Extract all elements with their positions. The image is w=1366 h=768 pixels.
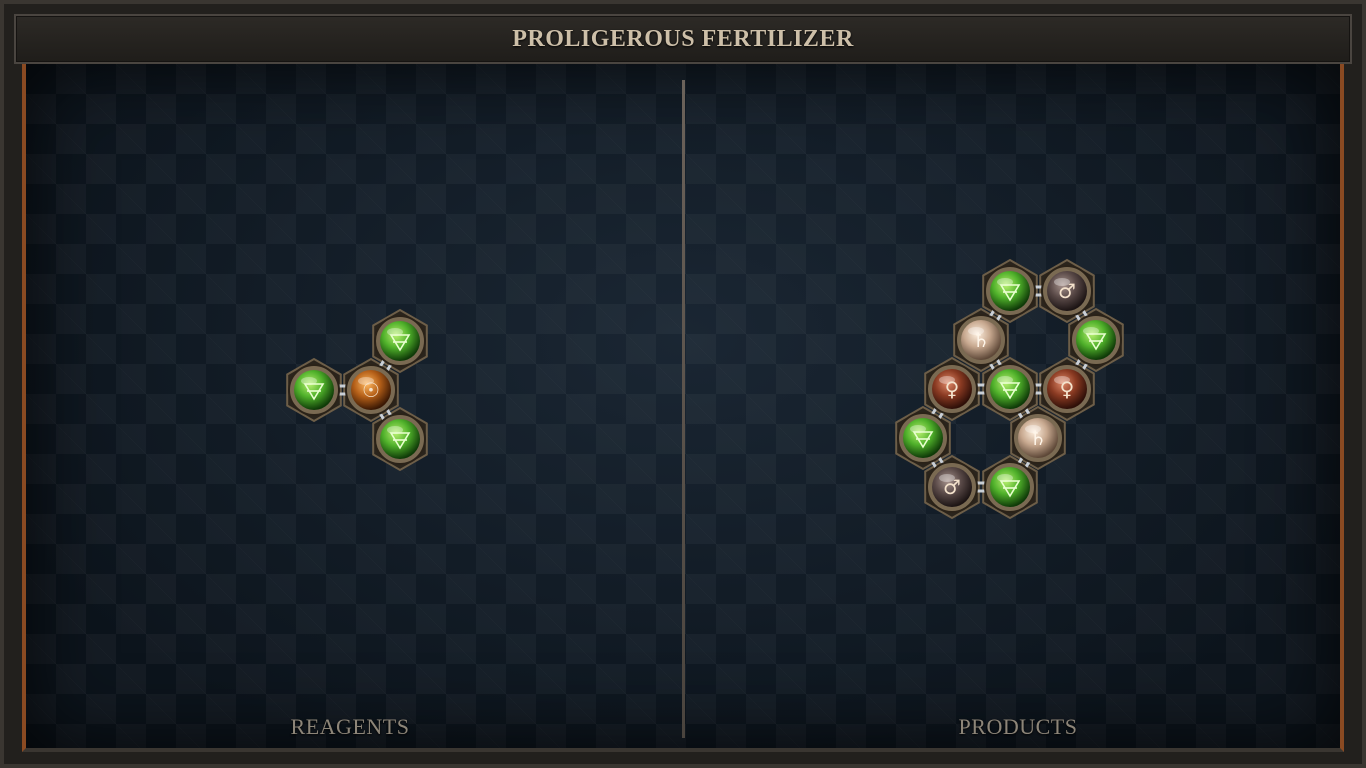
earth-atom: [374, 315, 426, 367]
atom-orb: [990, 271, 1030, 311]
earth-atom: [1070, 314, 1122, 366]
atom-orb: [903, 418, 943, 458]
iron-atom: ♂: [926, 461, 978, 513]
copper-glyph-icon: ♀: [1060, 377, 1075, 401]
salt-atom: ☉: [345, 364, 397, 416]
iron-glyph-icon: ♂: [1058, 279, 1076, 303]
lead-glyph-icon: ♄: [972, 328, 990, 352]
reagents-label: REAGENTS: [290, 714, 410, 739]
atom-orb: [380, 321, 420, 361]
atom-orb: [294, 370, 334, 410]
copper-glyph-icon: ♀: [945, 377, 960, 401]
earth-atom: [984, 461, 1036, 513]
salt-glyph-icon: ☉: [362, 378, 380, 402]
earth-atom: [984, 265, 1036, 317]
atom-orb: [990, 467, 1030, 507]
atom-orb: [380, 419, 420, 459]
lead-atom: ♄: [1012, 412, 1064, 464]
iron-atom: ♂: [1041, 265, 1093, 317]
lead-atom: ♄: [955, 314, 1007, 366]
atom-orb: [990, 369, 1030, 409]
earth-atom: [984, 363, 1036, 415]
products-label: PRODUCTS: [958, 714, 1078, 739]
molecule-canvas: ☉ ♂ ♄ ♀ ♀ ♄ ♂: [286, 258, 1124, 520]
product-molecule: ♂ ♄ ♀ ♀ ♄ ♂: [895, 258, 1124, 520]
iron-glyph-icon: ♂: [943, 475, 961, 499]
earth-atom: [374, 413, 426, 465]
earth-atom: [288, 364, 340, 416]
copper-atom: ♀: [926, 363, 978, 415]
atom-orb: [1076, 320, 1116, 360]
lead-glyph-icon: ♄: [1029, 426, 1047, 450]
earth-atom: [897, 412, 949, 464]
copper-atom: ♀: [1041, 363, 1093, 415]
reagent-molecule: ☉: [286, 308, 428, 472]
